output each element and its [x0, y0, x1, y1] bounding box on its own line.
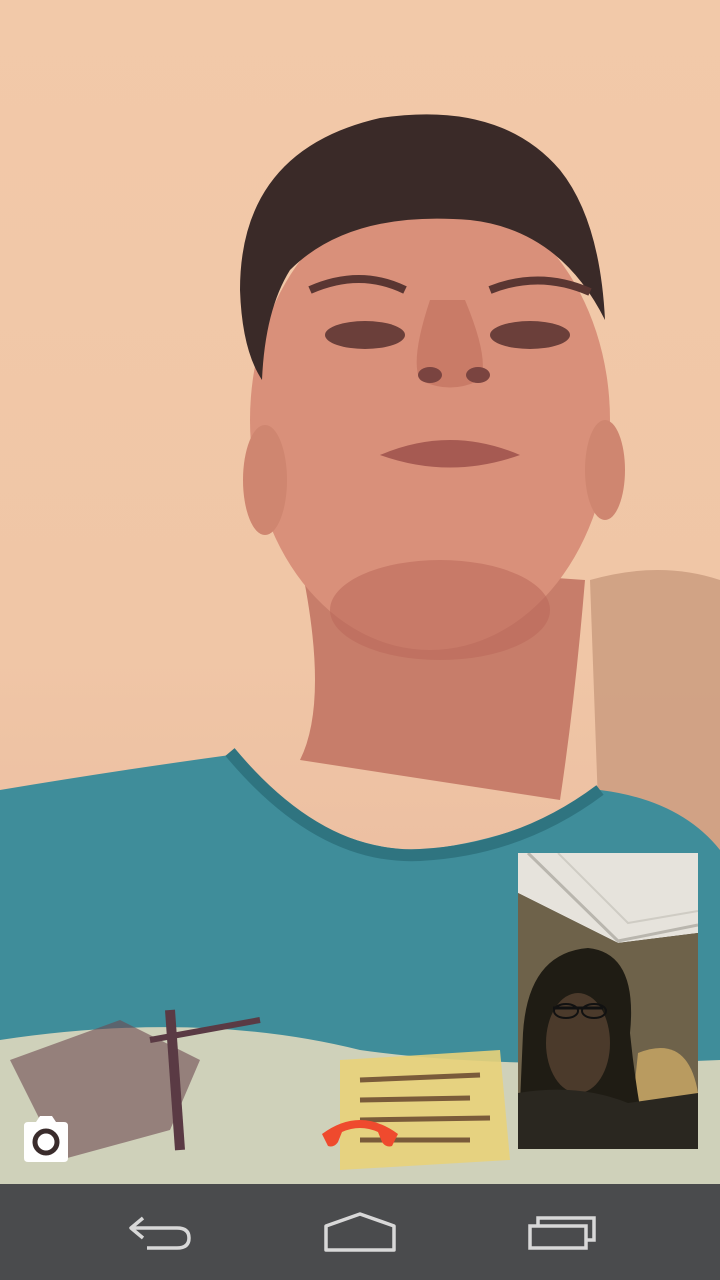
end-call-icon	[322, 1120, 398, 1147]
nav-back-button[interactable]	[100, 1202, 220, 1262]
nav-home-button[interactable]	[300, 1202, 420, 1262]
nav-recents-button[interactable]	[502, 1202, 622, 1262]
camera-icon	[24, 1116, 68, 1162]
self-view-frame	[518, 853, 698, 1149]
video-call-screen	[0, 0, 720, 1280]
recent-apps-icon	[528, 1216, 596, 1250]
camera-switch-button[interactable]	[20, 1116, 72, 1164]
system-navigation-bar	[0, 1184, 720, 1280]
end-call-button[interactable]	[312, 1104, 408, 1160]
local-video-preview[interactable]	[518, 853, 698, 1149]
back-icon	[129, 1216, 191, 1250]
home-icon	[324, 1212, 396, 1252]
